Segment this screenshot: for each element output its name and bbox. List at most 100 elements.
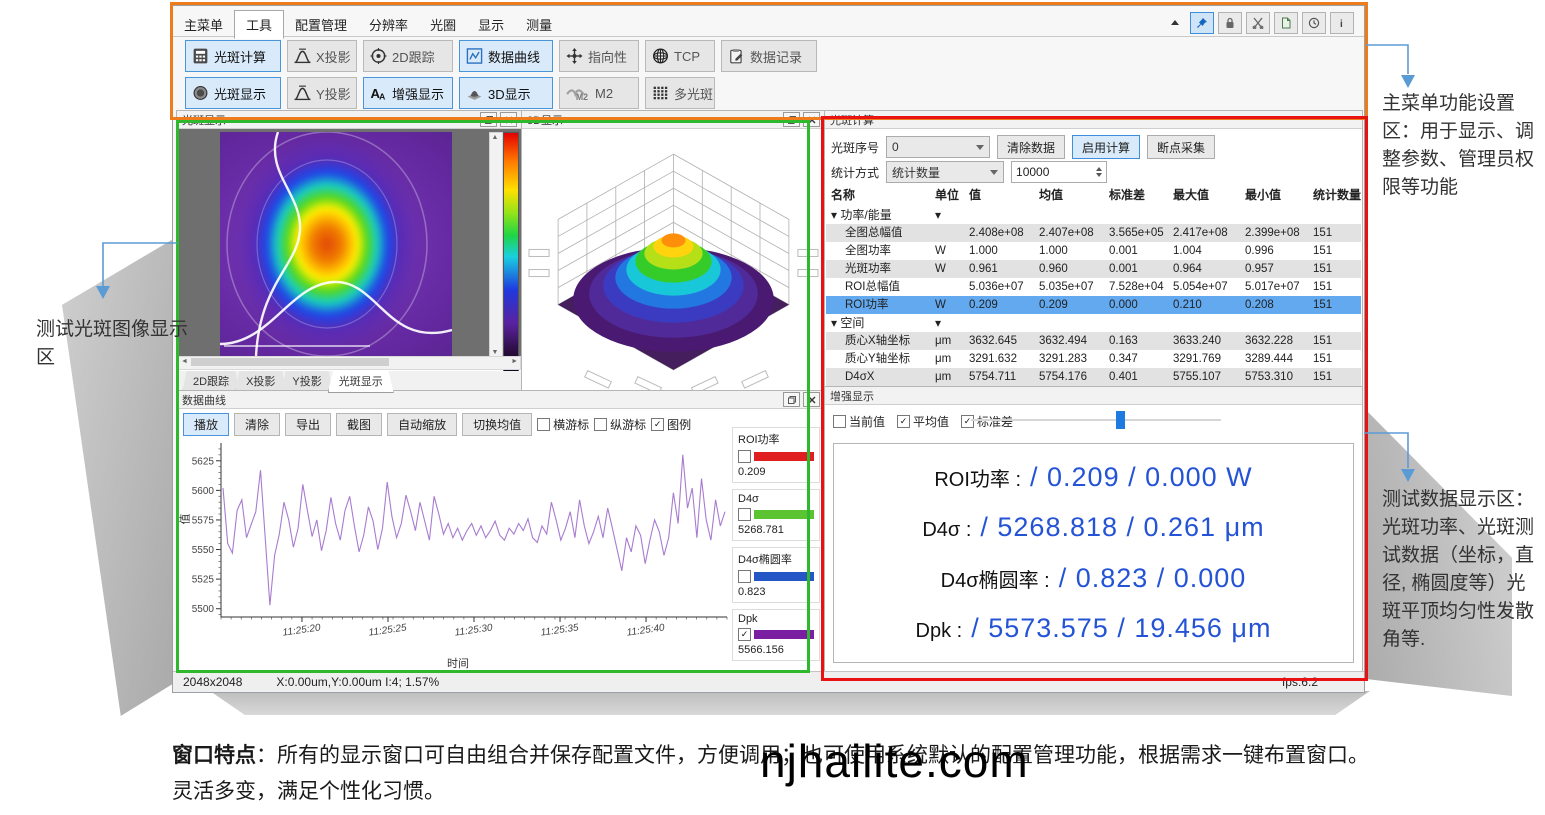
float-icon[interactable] [480,112,497,127]
intensity-colorbar [503,132,519,372]
toolbar-button-Y投影[interactable]: Y投影 [287,77,357,109]
seq-select[interactable]: 0 [886,136,990,158]
table-row[interactable]: 全图功率W1.0001.0000.0011.0040.996151 [826,242,1361,260]
status-cursor: X:0.00um,Y:0.00um I:4; 1.57% [276,675,439,689]
svg-text:11:25:20: 11:25:20 [282,622,322,638]
float-icon[interactable] [783,392,800,407]
stat-mode-select[interactable]: 统计数量 [886,161,1004,183]
checkbox-icon[interactable] [738,450,751,463]
table-row[interactable]: ROI功率W0.2090.2090.0000.2100.208151 [826,296,1361,314]
toolbar-button-增强显示[interactable]: AA增强显示 [363,77,453,109]
close-icon[interactable] [500,112,517,127]
stat-count-spinner[interactable]: 10000 [1011,161,1107,183]
checkbox-当前值[interactable]: 当前值 [833,413,885,430]
checkbox-icon[interactable] [537,418,550,431]
collapse-icon[interactable] [1164,13,1186,33]
checkbox-icon[interactable] [738,508,751,521]
status-bar: 2048x2048 X:0.00um,Y:0.00um I:4; 1.57% f… [173,671,1364,692]
toolbar-button-光斑计算[interactable]: 光斑计算 [185,40,281,72]
checkbox-标准差[interactable]: ✓标准差 [961,413,1013,430]
calc-button-断点采集[interactable]: 断点采集 [1147,135,1215,159]
menu-item-3[interactable]: 分辨率 [358,11,419,38]
legend-item-D4σ椭圆率[interactable]: D4σ椭圆率0.823 [732,547,820,603]
curves-button-播放[interactable]: 播放 [183,413,229,436]
menu-item-6[interactable]: 测量 [515,11,563,38]
horizontal-scrollbar[interactable]: ◄ ► [178,356,521,370]
tab-光斑显示[interactable]: 光斑显示 [328,371,394,393]
scroll-up-icon[interactable]: ▲ [491,134,499,141]
checkbox-icon[interactable] [738,570,751,583]
column-header: 均值 [1039,185,1109,206]
lock-icon[interactable] [1218,12,1242,34]
spinner-arrows-icon[interactable] [1096,167,1102,177]
vertical-scrollbar[interactable]: ▲ ▼ [489,132,503,358]
calc-button-清除数据[interactable]: 清除数据 [997,135,1065,159]
curves-toolbar: 播放清除导出截图自动缩放切换均值横游标纵游标 ✓图例 [183,413,691,436]
cell: 0.001 [1109,242,1173,260]
table-row[interactable]: 全图总幅值2.408e+082.407e+083.565e+052.417e+0… [826,224,1361,242]
curves-button-自动缩放[interactable]: 自动缩放 [387,413,457,436]
legend-row [738,450,814,463]
scrollbar-thumb[interactable] [191,358,389,366]
close-icon[interactable] [803,112,820,127]
checkbox-横游标[interactable]: 横游标 [537,416,589,433]
table-row[interactable]: 光斑功率W0.9610.9600.0010.9640.957151 [826,260,1361,278]
table-group-row[interactable]: ▾ 空间▾ [826,314,1361,332]
float-icon[interactable] [783,112,800,127]
toolbar-button-指向性[interactable]: 指向性 [559,40,639,72]
scroll-down-icon[interactable]: ▼ [491,349,499,356]
table-row[interactable]: D4σXμm5754.7115754.1760.4015755.1075753.… [826,368,1361,386]
menu-item-4[interactable]: 光圈 [419,11,467,38]
toolbar-button-M2[interactable]: M2M2 [559,77,639,109]
group-caret-icon: ▾ 功率/能量 [831,206,935,224]
pin-icon[interactable] [1190,12,1214,34]
beam-image-area[interactable]: ▲ ▼ [178,129,521,357]
curves-button-清除[interactable]: 清除 [234,413,280,436]
surface-plot[interactable] [523,129,824,390]
toolbar-button-光斑显示[interactable]: 光斑显示 [185,77,281,109]
checkbox-平均值[interactable]: ✓平均值 [897,413,949,430]
table-row[interactable]: 质心X轴坐标μm3632.6453632.4940.1633633.240363… [826,332,1361,350]
legend-item-ROI功率[interactable]: ROI功率0.209 [732,427,820,483]
slider-knob[interactable] [1116,411,1125,429]
toolbar-button-2D跟踪[interactable]: 2D跟踪 [363,40,453,72]
checkbox-label: 当前值 [849,413,885,430]
cut-icon[interactable] [1246,12,1270,34]
menu-item-5[interactable]: 显示 [467,11,515,38]
cell: 0.210 [1173,296,1245,314]
checkbox-icon[interactable]: ✓ [738,628,751,641]
table-row[interactable]: ROI总幅值5.036e+075.035e+077.528e+045.054e+… [826,278,1361,296]
checkbox-纵游标[interactable]: 纵游标 [594,416,646,433]
legend-value: 5566.156 [738,644,814,656]
info-icon[interactable]: i [1330,12,1354,34]
menu-item-1[interactable]: 工具 [234,10,284,39]
menu-item-2[interactable]: 配置管理 [284,11,358,38]
toolbar-button-3D显示[interactable]: 3D显示 [459,77,553,109]
toolbar-button-X投影[interactable]: X投影 [287,40,357,72]
toolbar-button-多光斑[interactable]: 多光斑 [645,77,715,109]
curves-button-导出[interactable]: 导出 [285,413,331,436]
scroll-right-icon[interactable]: ► [511,358,518,365]
legend-item-Dpk[interactable]: Dpk✓5566.156 [732,609,820,661]
curves-button-切换均值[interactable]: 切换均值 [462,413,532,436]
table-row[interactable]: 质心Y轴坐标μm3291.6323291.2830.3473291.769328… [826,350,1361,368]
legend-color-bar [754,452,814,461]
checkbox-icon[interactable]: ✓ [897,415,910,428]
curves-button-截图[interactable]: 截图 [336,413,382,436]
checkbox-icon[interactable]: ✓ [651,418,664,431]
toolbar-button-数据曲线[interactable]: 数据曲线 [459,40,553,72]
legend-item-D4σ[interactable]: D4σ5268.781 [732,489,820,541]
history-icon[interactable] [1302,12,1326,34]
toolbar-button-数据记录[interactable]: 数据记录 [721,40,817,72]
checkbox-icon[interactable] [594,418,607,431]
close-icon[interactable] [803,392,820,407]
checkbox-图例[interactable]: ✓图例 [651,416,691,433]
table-group-row[interactable]: ▾ 功率/能量▾ [826,206,1361,224]
calc-button-启用计算[interactable]: 启用计算 [1072,135,1140,159]
font-size-slider[interactable] [971,419,1221,421]
checkbox-icon[interactable]: ✓ [961,415,974,428]
toolbar-button-TCP[interactable]: TCP [645,40,715,72]
checkbox-icon[interactable] [833,415,846,428]
menu-item-0[interactable]: 主菜单 [173,11,234,38]
file-icon[interactable] [1274,12,1298,34]
